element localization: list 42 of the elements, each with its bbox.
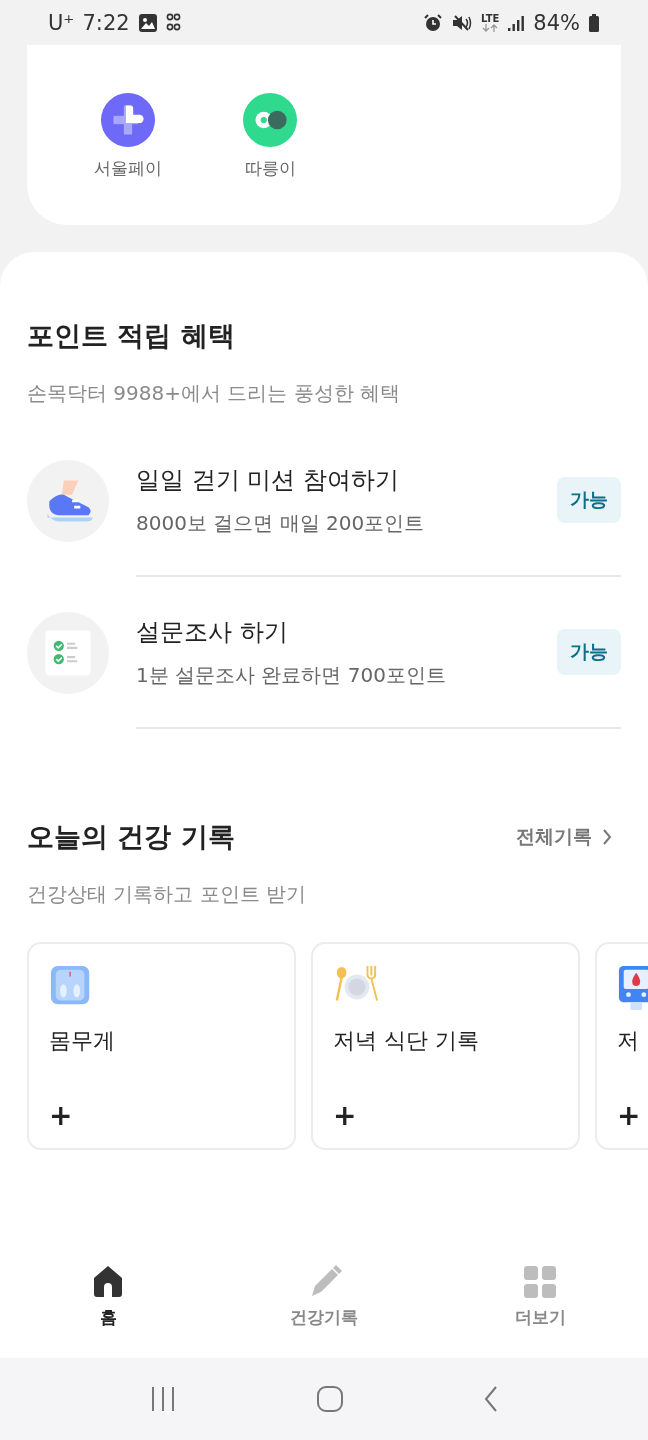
record-card[interactable]: 저녁 식단 기록 + xyxy=(311,942,580,1150)
signal-icon xyxy=(507,13,526,32)
record-card[interactable]: 몸무게 + xyxy=(27,942,296,1150)
battery-percent: 84% xyxy=(533,10,580,35)
checklist-icon xyxy=(27,612,109,694)
mission-title[interactable]: 설문조사 하기 xyxy=(136,615,446,648)
clock: 7:22 xyxy=(82,10,130,35)
network-label: LTE xyxy=(480,13,500,24)
nav-tab[interactable]: 홈 xyxy=(28,1264,188,1358)
record-label: 몸무게 xyxy=(49,1027,115,1055)
shortcut-label[interactable]: 따릉이 xyxy=(244,157,296,180)
image-icon xyxy=(137,12,158,33)
section-title: 오늘의 건강 기록 xyxy=(27,820,235,854)
section-subtitle: 손목닥터 9988+에서 드리는 풍성한 혜택 xyxy=(27,380,402,407)
add-symbol: + xyxy=(333,1102,357,1130)
add-symbol: + xyxy=(49,1102,73,1130)
carrier-label: U⁺ xyxy=(48,10,75,35)
mission-description: 1분 설문조사 완료하면 700포인트 xyxy=(136,661,446,689)
record-label: 저 xyxy=(617,1027,639,1055)
nav-tab[interactable]: 더보기 xyxy=(460,1264,620,1358)
shortcut-label[interactable]: 서울페이 xyxy=(94,157,162,180)
status-badge: 가능 xyxy=(557,477,621,523)
add-symbol: + xyxy=(617,1102,641,1130)
grid-icon xyxy=(522,1264,558,1300)
mission-description: 8000보 걸으면 매일 200포인트 xyxy=(136,509,425,537)
shoe-icon xyxy=(27,460,109,542)
mission-title[interactable]: 일일 걷기 미션 참여하기 xyxy=(136,463,425,496)
circles-app-icon xyxy=(243,93,297,147)
record-card[interactable]: 저 + xyxy=(595,942,648,1150)
section-title: 포인트 적립 혜택 xyxy=(27,319,236,353)
nav-tab[interactable]: 건강기록 xyxy=(244,1264,404,1358)
plus-app-icon xyxy=(101,93,155,147)
alarm-icon xyxy=(422,12,443,33)
home-button-icon xyxy=(316,1385,344,1413)
data-arrows-icon xyxy=(482,23,499,32)
section-subtitle: 건강상태 기록하고 포인트 받기 xyxy=(27,881,308,908)
chevron-right-icon xyxy=(602,828,612,846)
battery-icon xyxy=(588,12,600,33)
record-label: 저녁 식단 기록 xyxy=(333,1027,479,1055)
back-icon xyxy=(482,1385,499,1413)
status-badge: 가능 xyxy=(557,629,621,675)
view-all-link[interactable]: 전체기록 xyxy=(516,824,612,850)
